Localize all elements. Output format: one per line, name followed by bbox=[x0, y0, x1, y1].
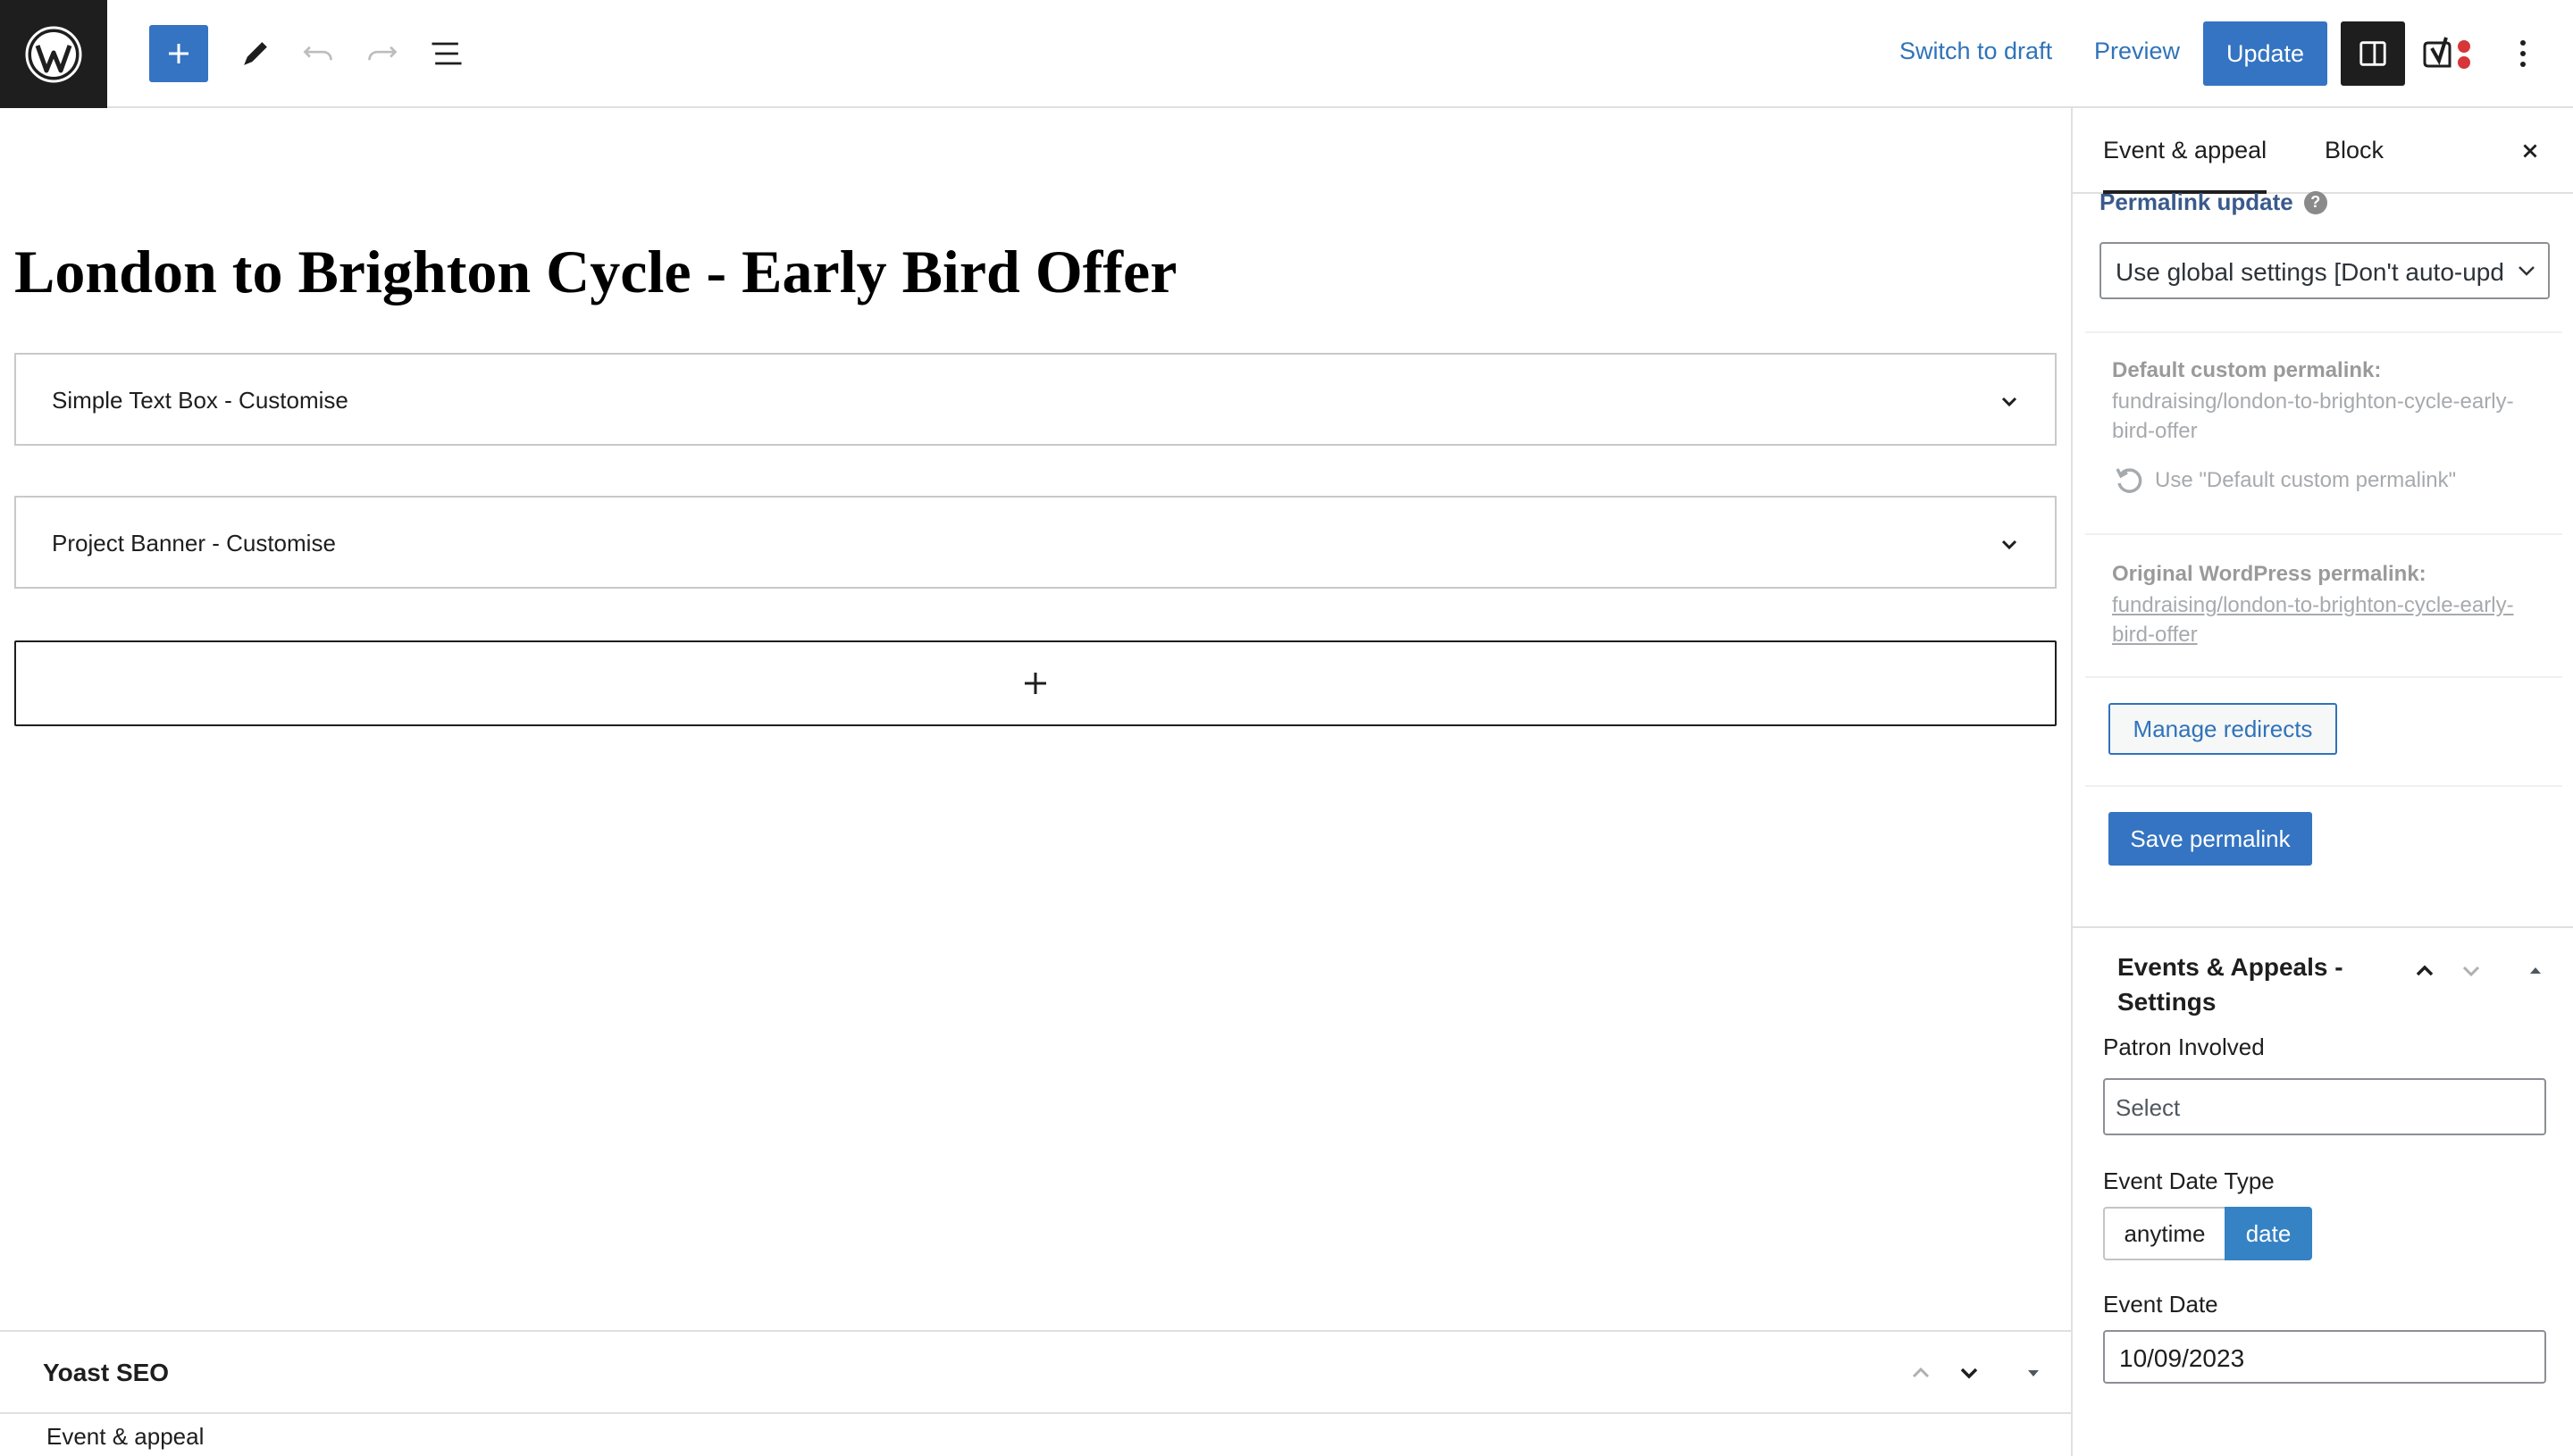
chevron-up-icon bbox=[2416, 965, 2434, 976]
close-icon bbox=[2523, 144, 2537, 158]
original-permalink-section: Original WordPress permalink: fundraisin… bbox=[2085, 535, 2562, 678]
move-down-button[interactable] bbox=[2455, 955, 2487, 987]
move-up-button[interactable] bbox=[2409, 955, 2441, 987]
wordpress-logo-icon[interactable] bbox=[0, 0, 107, 108]
event-appeal-metabox[interactable]: Event & appeal bbox=[0, 1412, 2071, 1456]
original-permalink-label: Original WordPress permalink: bbox=[2112, 562, 2426, 586]
permalink-update-value: Use global settings [Don't auto-update] bbox=[2116, 258, 2546, 286]
block-project-banner[interactable]: Project Banner - Customise bbox=[14, 496, 2057, 589]
default-permalink-label: Default custom permalink: bbox=[2112, 358, 2382, 382]
tools-button[interactable] bbox=[234, 32, 277, 75]
metabox-title: Yoast SEO bbox=[43, 1359, 170, 1386]
caret-down-icon bbox=[2028, 1370, 2039, 1377]
patron-involved-label: Patron Involved bbox=[2103, 1033, 2265, 1060]
move-up-button[interactable] bbox=[1903, 1355, 1939, 1391]
tab-block[interactable]: Block bbox=[2325, 137, 2384, 164]
tab-event-appeal[interactable]: Event & appeal bbox=[2103, 137, 2267, 194]
chevron-down-icon[interactable] bbox=[1996, 389, 2023, 415]
toggle-panel-button[interactable] bbox=[2016, 1355, 2051, 1391]
settings-sidebar: Event & appeal Block Permalink update ? … bbox=[2071, 108, 2573, 1456]
yoast-seo-metabox: Yoast SEO bbox=[0, 1330, 2071, 1412]
permalink-update-text: Permalink update bbox=[2099, 188, 2293, 215]
list-view-icon bbox=[432, 42, 462, 65]
editor-canvas: London to Brighton Cycle - Early Bird Of… bbox=[0, 108, 2071, 1332]
default-permalink-section: Default custom permalink: fundraising/lo… bbox=[2085, 331, 2562, 535]
undo-button[interactable] bbox=[298, 34, 338, 73]
chevron-up-icon bbox=[1912, 1367, 1930, 1378]
document-overview-button[interactable] bbox=[425, 32, 468, 75]
chevron-down-icon[interactable] bbox=[1996, 531, 2023, 558]
use-default-permalink-button[interactable]: Use "Default custom permalink" bbox=[2112, 464, 2456, 498]
metabox-title: Event & appeal bbox=[46, 1423, 205, 1450]
events-appeals-settings-panel: Events & Appeals - Settings Patron Invol… bbox=[2073, 926, 2573, 1456]
help-icon[interactable]: ? bbox=[2303, 190, 2327, 214]
reset-icon bbox=[2116, 468, 2142, 493]
save-permalink-button[interactable]: Save permalink bbox=[2108, 812, 2312, 866]
permalink-update-label: Permalink update ? bbox=[2099, 188, 2327, 216]
redo-icon bbox=[368, 46, 398, 61]
default-permalink-value: fundraising/london-to-brighton-cycle-ear… bbox=[2112, 389, 2514, 443]
permalink-update-select[interactable]: Use global settings [Don't auto-update] bbox=[2099, 242, 2550, 299]
redo-button[interactable] bbox=[363, 34, 402, 73]
yoast-icon bbox=[2423, 37, 2470, 69]
options-menu-button[interactable] bbox=[2505, 32, 2541, 75]
caret-up-icon bbox=[2530, 967, 2541, 974]
move-down-button[interactable] bbox=[1951, 1355, 1987, 1391]
patron-select-placeholder: Select bbox=[2116, 1094, 2181, 1121]
more-vertical-icon bbox=[2520, 40, 2526, 67]
preview-button[interactable]: Preview bbox=[2094, 38, 2180, 65]
panel-title: Events & Appeals - Settings bbox=[2117, 953, 2343, 1016]
manage-redirects-button[interactable]: Manage redirects bbox=[2108, 703, 2337, 755]
sidebar-toggle-icon bbox=[2359, 41, 2386, 66]
switch-to-draft-button[interactable]: Switch to draft bbox=[1899, 38, 2052, 65]
block-simple-text-box[interactable]: Simple Text Box - Customise bbox=[14, 353, 2057, 446]
use-default-text: Use "Default custom permalink" bbox=[2155, 468, 2457, 492]
settings-toggle-button[interactable] bbox=[2341, 21, 2405, 86]
event-date-type-label: Event Date Type bbox=[2103, 1167, 2275, 1194]
block-appender-button[interactable] bbox=[14, 640, 2057, 726]
add-block-button[interactable] bbox=[149, 25, 208, 82]
undo-icon bbox=[303, 46, 332, 61]
date-type-anytime-button[interactable]: anytime bbox=[2103, 1207, 2226, 1260]
toggle-panel-button[interactable] bbox=[2519, 955, 2552, 987]
plus-icon bbox=[169, 44, 189, 63]
chevron-down-icon bbox=[2462, 966, 2480, 977]
close-sidebar-button[interactable] bbox=[2512, 133, 2548, 169]
update-button[interactable]: Update bbox=[2203, 21, 2327, 86]
sidebar-tabs: Event & appeal Block bbox=[2073, 108, 2573, 194]
plus-icon bbox=[1025, 673, 1046, 694]
pencil-icon bbox=[244, 42, 267, 65]
event-date-value: 10/09/2023 bbox=[2119, 1344, 2245, 1372]
event-date-label: Event Date bbox=[2103, 1291, 2218, 1318]
patron-involved-select[interactable]: Select bbox=[2103, 1078, 2546, 1135]
yoast-seo-button[interactable] bbox=[2419, 30, 2475, 77]
post-title[interactable]: London to Brighton Cycle - Early Bird Of… bbox=[14, 237, 1177, 307]
block-label: Simple Text Box - Customise bbox=[52, 387, 348, 414]
chevron-down-icon bbox=[2519, 266, 2535, 276]
event-date-input[interactable]: 10/09/2023 bbox=[2103, 1330, 2546, 1384]
original-permalink-link[interactable]: fundraising/london-to-brighton-cycle-ear… bbox=[2112, 590, 2523, 649]
block-label: Project Banner - Customise bbox=[52, 530, 336, 556]
select-arrow bbox=[2505, 244, 2548, 297]
wordpress-logo-svg bbox=[25, 26, 82, 82]
editor-toolbar: Switch to draft Preview Update bbox=[0, 0, 2573, 108]
date-type-date-button[interactable]: date bbox=[2225, 1207, 2312, 1260]
chevron-down-icon bbox=[1960, 1368, 1978, 1379]
